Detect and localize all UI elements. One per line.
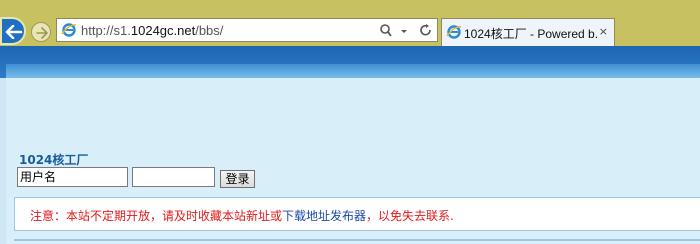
search-icon[interactable] — [379, 23, 393, 39]
password-input[interactable] — [132, 167, 215, 187]
refresh-icon[interactable] — [419, 23, 433, 39]
login-button[interactable]: 登录 — [220, 170, 255, 188]
notice-text-before: 注意：本站不定期开放，请及时收藏本站新址或 — [30, 209, 283, 223]
username-input[interactable] — [17, 167, 128, 187]
divider — [14, 239, 700, 241]
forward-button[interactable] — [31, 22, 51, 42]
dropdown-arrow-icon[interactable] — [399, 23, 413, 39]
address-bar[interactable]: http://s1.1024gc.net/bbs/ — [56, 18, 438, 42]
back-arrow-icon — [5, 25, 23, 39]
address-bar-icons — [379, 22, 433, 40]
site-name: 1024核工厂 — [19, 153, 89, 167]
notice-text-after: ，以免失去联系. — [366, 209, 454, 223]
browser-tab[interactable]: 1024核工厂 - Powered b... × — [441, 18, 615, 46]
back-button[interactable] — [0, 17, 26, 45]
tab-ie-icon — [446, 25, 462, 39]
page-header-band — [0, 46, 700, 78]
url-text[interactable]: http://s1.1024gc.net/bbs/ — [81, 23, 223, 38]
ie-logo-icon — [61, 23, 77, 37]
notice-text: 注意：本站不定期开放，请及时收藏本站新址或下载地址发布器，以免失去联系. — [30, 207, 454, 224]
browser-chrome: http://s1.1024gc.net/bbs/ 1024核工厂 - Powe… — [0, 0, 700, 46]
close-icon[interactable]: × — [599, 25, 608, 38]
url-host: 1024gc.net — [130, 23, 196, 38]
tab-title: 1024核工厂 - Powered b... — [464, 27, 599, 41]
notice-box: 注意：本站不定期开放，请及时收藏本站新址或下载地址发布器，以免失去联系. — [14, 197, 700, 231]
page-header-gradient — [6, 64, 700, 78]
forward-arrow-icon — [36, 27, 48, 39]
publisher-download-link[interactable]: 下载地址发布器 — [282, 209, 366, 223]
